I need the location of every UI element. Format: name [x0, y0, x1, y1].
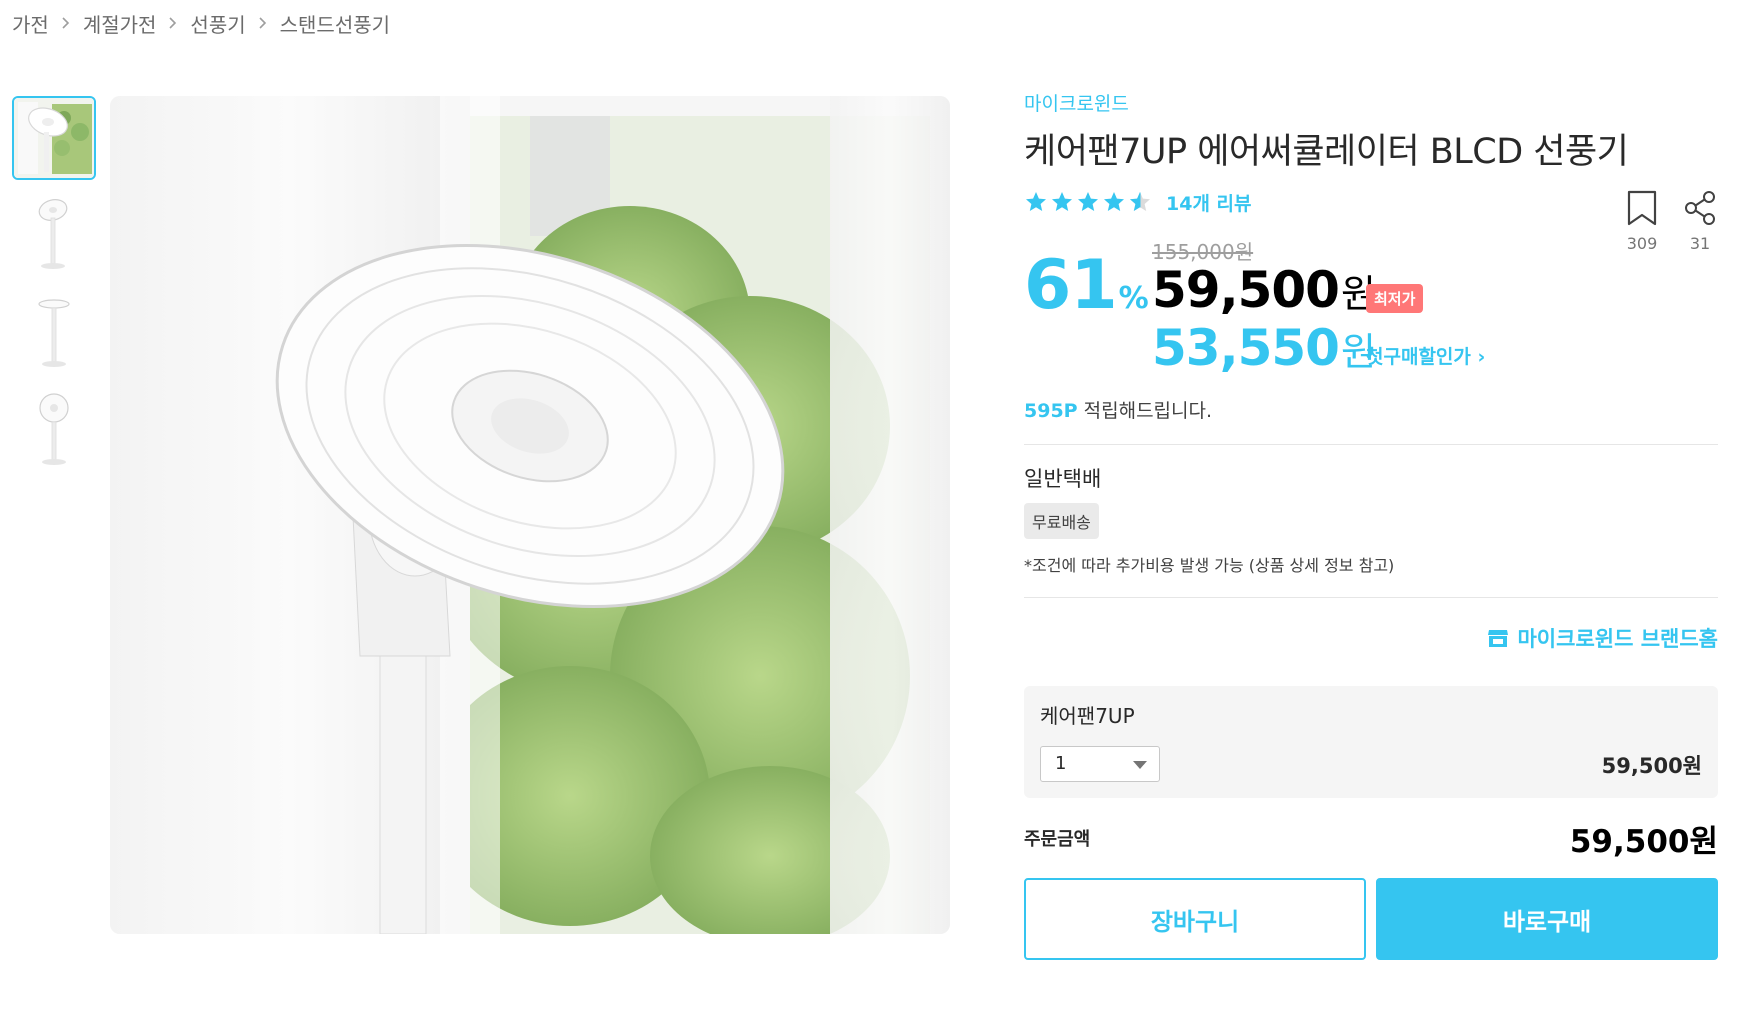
- option-name: 케어팬7UP: [1040, 704, 1135, 728]
- product-info-panel: 마이크로윈드 케어팬7UP 에어써큘레이터 BLCD 선풍기 14개 리뷰 30…: [1024, 90, 1718, 960]
- brand-home-link[interactable]: 마이크로윈드 브랜드홈: [1487, 623, 1718, 653]
- breadcrumb-item-stand-fans[interactable]: 스탠드선풍기: [280, 9, 390, 38]
- quantity-select[interactable]: 1: [1040, 746, 1160, 782]
- discount-value: 61: [1024, 246, 1118, 325]
- option-price: 59,500원: [1601, 754, 1702, 778]
- fan-thumbnail-image: [39, 393, 69, 465]
- price-block: 61% 155,000원 59,500원 최저가 53,550원 첫구매할인가 …: [1024, 228, 1718, 377]
- main-product-image: [110, 96, 950, 934]
- chevron-right-icon: [258, 16, 268, 30]
- star-icon: [1052, 192, 1072, 211]
- delivery-type: 일반택배: [1024, 467, 1102, 491]
- rating-row: 14개 리뷰: [1024, 184, 1718, 220]
- fan-thumbnail-image: [14, 98, 94, 178]
- sale-price: 59,500원: [1152, 260, 1376, 324]
- star-half-icon: [1130, 192, 1150, 211]
- star-icon: [1078, 192, 1098, 211]
- add-to-cart-button[interactable]: 장바구니: [1024, 878, 1366, 960]
- thumbnail-2[interactable]: [12, 194, 96, 278]
- thumbnail-4[interactable]: [12, 390, 96, 474]
- order-total-value: 59,500원: [1569, 823, 1718, 860]
- star-icon: [1026, 192, 1046, 211]
- bookmark-icon: [1627, 190, 1657, 226]
- star-icon: [1104, 192, 1124, 211]
- free-shipping-badge: 무료배송: [1024, 503, 1099, 539]
- fan-product-photo: [110, 96, 950, 934]
- thumbnail-1[interactable]: [12, 96, 96, 180]
- buy-now-button[interactable]: 바로구매: [1376, 878, 1718, 960]
- first-purchase-price: 53,550원: [1152, 318, 1376, 382]
- product-title: 케어팬7UP 에어써큘레이터 BLCD 선풍기: [1024, 132, 1629, 172]
- delivery-section: 일반택배 무료배송 *조건에 따라 추가비용 발생 가능 (상품 상세 정보 참…: [1024, 445, 1718, 579]
- first-purchase-amount: 53,550: [1152, 319, 1340, 377]
- points-info: 595P 적립해드립니다.: [1024, 396, 1718, 426]
- purchase-buttons: 장바구니 바로구매: [1024, 878, 1718, 960]
- thumbnail-3[interactable]: [12, 292, 96, 376]
- first-purchase-discount-link[interactable]: 첫구매할인가 ›: [1366, 342, 1485, 369]
- review-count-link[interactable]: 14개 리뷰: [1166, 189, 1252, 216]
- discount-unit: %: [1118, 281, 1149, 316]
- order-total-label: 주문금액: [1024, 829, 1091, 850]
- delivery-note: *조건에 따라 추가비용 발생 가능 (상품 상세 정보 참고): [1024, 556, 1395, 575]
- order-total-row: 주문금액 59,500원: [1024, 798, 1718, 878]
- selected-option-box: 케어팬7UP 1 59,500원: [1024, 686, 1718, 798]
- thumbnail-list: [12, 96, 96, 488]
- rating-stars: [1024, 190, 1152, 214]
- chevron-right-icon: [168, 16, 178, 30]
- breadcrumb-item-fans[interactable]: 선풍기: [190, 9, 245, 38]
- breadcrumb-item-appliances[interactable]: 가전: [12, 9, 49, 38]
- points-amount: 595P: [1024, 400, 1078, 422]
- quantity-value: 1: [1055, 753, 1067, 774]
- brand-home-row: 마이크로윈드 브랜드홈: [1024, 598, 1718, 678]
- fan-thumbnail-image: [38, 299, 70, 367]
- caret-down-icon: [1133, 761, 1147, 769]
- lowest-price-badge: 최저가: [1366, 284, 1424, 313]
- share-icon: [1685, 191, 1715, 225]
- brand-name-link[interactable]: 마이크로윈드: [1024, 90, 1718, 118]
- breadcrumb-item-seasonal[interactable]: 계절가전: [83, 9, 157, 38]
- chevron-right-icon: [61, 16, 71, 30]
- store-icon: [1488, 630, 1509, 647]
- brand-home-label: 마이크로윈드 브랜드홈: [1517, 627, 1718, 651]
- breadcrumb: 가전 계절가전 선풍기 스탠드선풍기: [12, 8, 390, 38]
- fan-thumbnail-image: [38, 199, 68, 269]
- discount-rate: 61%: [1024, 246, 1149, 337]
- sale-price-amount: 59,500: [1152, 261, 1340, 319]
- points-text: 적립해드립니다.: [1077, 400, 1213, 422]
